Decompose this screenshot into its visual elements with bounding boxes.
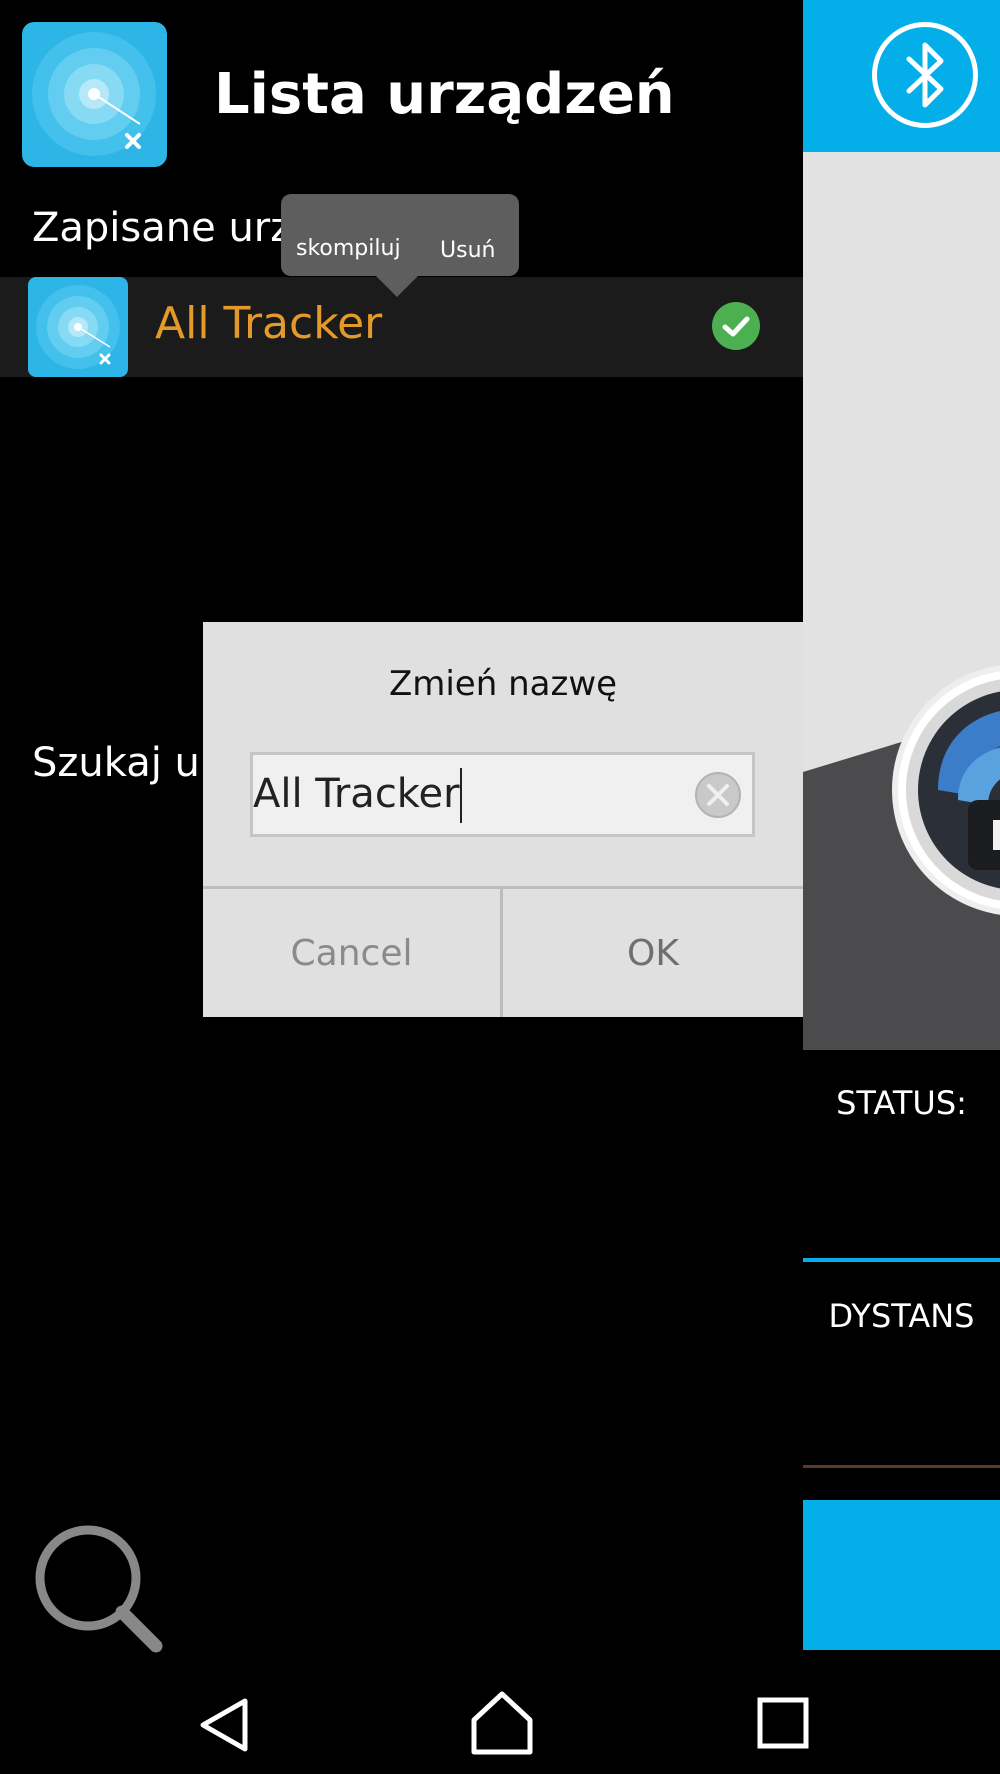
check-circle-icon	[712, 302, 760, 350]
popup-arrow	[375, 275, 419, 297]
hero-background	[803, 712, 1000, 1050]
rename-menu-item[interactable]: skompiluj	[296, 236, 401, 261]
name-input[interactable]: All Tracker	[250, 752, 755, 837]
device-photo	[898, 670, 1000, 910]
saved-devices-heading: Zapisane urza	[32, 205, 316, 251]
radar-icon	[28, 277, 128, 377]
action-button[interactable]	[803, 1500, 1000, 1650]
page-title: Lista urządzeń	[214, 62, 675, 127]
divider	[803, 1258, 1000, 1262]
status-label: STATUS:	[836, 1084, 967, 1122]
bluetooth-button[interactable]	[872, 22, 978, 128]
bluetooth-icon	[906, 42, 944, 108]
home-icon[interactable]	[470, 1690, 534, 1756]
context-popup	[281, 194, 519, 276]
clear-icon[interactable]	[693, 770, 743, 820]
rename-dialog: Zmień nazwę All Tracker Cancel OK	[203, 622, 803, 1017]
search-icon[interactable]	[28, 1518, 168, 1658]
recents-icon[interactable]	[757, 1697, 809, 1749]
name-input-value: All Tracker	[253, 771, 460, 817]
distance-label: DYSTANS	[828, 1297, 975, 1335]
ok-button[interactable]: OK	[503, 889, 803, 1017]
radar-icon	[22, 22, 167, 167]
delete-menu-item[interactable]: Usuń	[440, 238, 495, 263]
device-name: All Tracker	[155, 298, 383, 349]
dialog-title: Zmień nazwę	[388, 664, 618, 704]
text-caret	[460, 768, 462, 823]
back-icon[interactable]	[195, 1695, 255, 1755]
cancel-button[interactable]: Cancel	[203, 889, 500, 1017]
divider	[803, 1465, 1000, 1468]
device-hero-image	[803, 152, 1000, 1050]
